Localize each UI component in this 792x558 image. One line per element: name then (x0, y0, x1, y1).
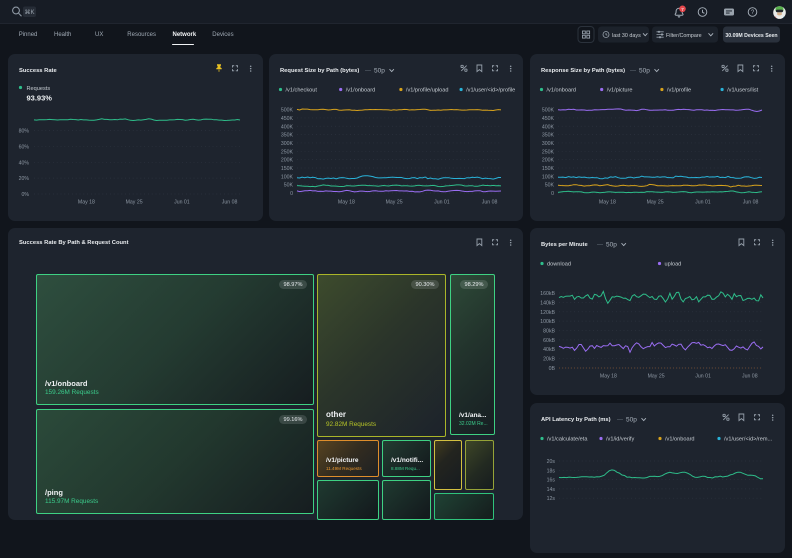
svg-text:/v1/profile/upload: /v1/profile/upload (406, 88, 449, 94)
svg-text:350K: 350K (542, 133, 555, 139)
svg-text:250K: 250K (542, 149, 555, 155)
svg-text:93.93%: 93.93% (27, 94, 53, 103)
svg-text:7: 7 (681, 7, 684, 13)
svg-text:50K: 50K (284, 183, 294, 189)
svg-text:0%: 0% (22, 192, 30, 198)
svg-text:50p: 50p (626, 416, 637, 423)
svg-text:400K: 400K (542, 124, 555, 130)
svg-text:30.09M Devices Seen: 30.09M Devices Seen (725, 33, 777, 39)
svg-text:?: ? (751, 10, 755, 16)
svg-text:60kB: 60kB (543, 338, 555, 344)
svg-text:140kB: 140kB (540, 300, 555, 306)
svg-text:400K: 400K (281, 124, 294, 130)
svg-text:100kB: 100kB (540, 319, 555, 325)
svg-text:Success Rate: Success Rate (19, 68, 57, 74)
svg-text:May 25: May 25 (126, 200, 143, 206)
svg-text:20%: 20% (19, 176, 30, 182)
svg-text:150K: 150K (281, 166, 294, 172)
svg-text:Filter/Compare: Filter/Compare (666, 33, 702, 39)
svg-text:/v1/user/<id>/rem...: /v1/user/<id>/rem... (724, 437, 773, 443)
svg-text:100K: 100K (281, 174, 294, 180)
svg-text:May 25: May 25 (386, 200, 403, 206)
svg-text:0: 0 (551, 191, 554, 197)
svg-text:Jun 08: Jun 08 (743, 200, 759, 206)
svg-text:upload: upload (665, 262, 682, 268)
svg-text:80kB: 80kB (543, 329, 555, 335)
svg-text:⌘K: ⌘K (24, 9, 34, 16)
svg-text:50p: 50p (374, 67, 385, 74)
svg-text:350K: 350K (281, 133, 294, 139)
svg-text:last 30 days: last 30 days (612, 33, 641, 39)
svg-text:20s: 20s (547, 459, 556, 465)
svg-text:/v1/calculate/eta: /v1/calculate/eta (547, 437, 588, 443)
svg-text:300K: 300K (542, 141, 555, 147)
svg-text:/v1/picture: /v1/picture (607, 88, 633, 94)
svg-text:20kB: 20kB (543, 357, 555, 363)
svg-text:500K: 500K (542, 108, 555, 114)
svg-text:160kB: 160kB (540, 291, 555, 297)
svg-text:/v1/onboard: /v1/onboard (665, 437, 695, 443)
svg-text:/v1/user/<id>/profile: /v1/user/<id>/profile (466, 88, 515, 94)
svg-text:—: — (365, 68, 371, 74)
svg-text:/v1/profile: /v1/profile (667, 88, 691, 94)
svg-text:12s: 12s (547, 496, 556, 502)
svg-text:100K: 100K (542, 174, 555, 180)
svg-text:Response Size by Path (bytes): Response Size by Path (bytes) (541, 68, 625, 74)
svg-text:40kB: 40kB (543, 347, 555, 353)
svg-text:450K: 450K (281, 116, 294, 122)
svg-text:250K: 250K (281, 149, 294, 155)
svg-text:May 25: May 25 (648, 374, 665, 380)
svg-text:May 18: May 18 (599, 200, 616, 206)
svg-text:50p: 50p (639, 67, 650, 74)
svg-text:200K: 200K (281, 158, 294, 164)
svg-text:/v1/checkout: /v1/checkout (286, 88, 318, 94)
svg-text:/v1/users/list: /v1/users/list (727, 88, 759, 94)
svg-text:May 18: May 18 (600, 374, 617, 380)
svg-text:—: — (597, 242, 603, 248)
svg-text:14s: 14s (547, 487, 556, 493)
svg-text:—: — (617, 417, 623, 423)
svg-text:200K: 200K (542, 158, 555, 164)
svg-text:18s: 18s (547, 468, 556, 474)
svg-text:80%: 80% (19, 129, 30, 135)
svg-text:60%: 60% (19, 145, 30, 151)
svg-text:May 18: May 18 (338, 200, 355, 206)
svg-text:—: — (630, 68, 636, 74)
svg-text:May 18: May 18 (78, 200, 95, 206)
svg-text:/v1/onboard: /v1/onboard (547, 88, 577, 94)
svg-text:Jun 08: Jun 08 (742, 374, 758, 380)
svg-text:Jun 01: Jun 01 (434, 200, 450, 206)
svg-text:Jun 08: Jun 08 (482, 200, 498, 206)
svg-text:Bytes per Minute: Bytes per Minute (541, 242, 588, 248)
svg-text:0: 0 (290, 191, 293, 197)
svg-text:download: download (547, 262, 571, 268)
svg-text:May 25: May 25 (647, 200, 664, 206)
svg-text:Requests: Requests (27, 86, 51, 92)
svg-text:40%: 40% (19, 160, 30, 166)
svg-text:Jun 01: Jun 01 (695, 374, 711, 380)
svg-text:300K: 300K (281, 141, 294, 147)
svg-text:API Latency by Path (ms): API Latency by Path (ms) (541, 417, 611, 423)
svg-text:16s: 16s (547, 478, 556, 484)
svg-text:450K: 450K (542, 116, 555, 122)
svg-text:150K: 150K (542, 166, 555, 172)
svg-text:Jun 01: Jun 01 (695, 200, 711, 206)
svg-text:Jun 01: Jun 01 (174, 200, 190, 206)
svg-text:/v1/id/verify: /v1/id/verify (606, 437, 634, 443)
svg-text:120kB: 120kB (540, 310, 555, 316)
svg-text:0B: 0B (549, 366, 556, 372)
svg-text:/v1/onboard: /v1/onboard (346, 88, 376, 94)
svg-text:Request Size by Path (bytes): Request Size by Path (bytes) (280, 68, 359, 74)
svg-text:500K: 500K (281, 108, 294, 114)
svg-text:50p: 50p (606, 241, 617, 248)
svg-text:Jun 08: Jun 08 (222, 200, 238, 206)
svg-text:50K: 50K (545, 183, 555, 189)
